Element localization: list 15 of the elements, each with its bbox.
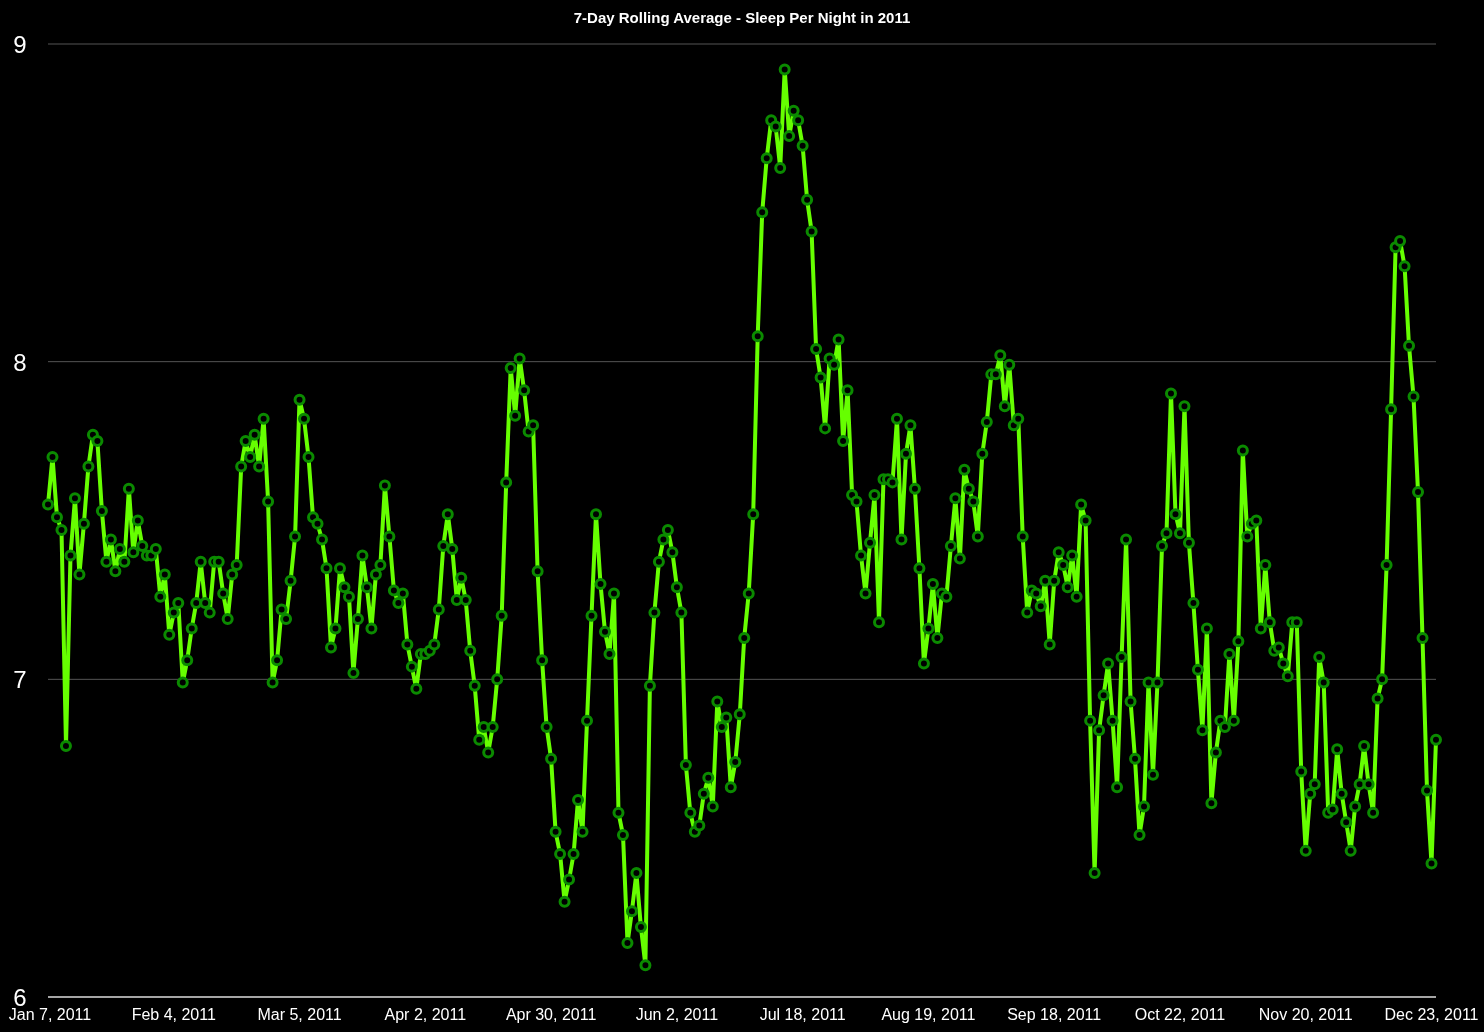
x-axis-label: Feb 4, 2011 [131, 1006, 216, 1023]
x-axis-label: Sep 18, 2011 [1007, 1006, 1102, 1023]
y-axis-label: 8 [13, 348, 27, 376]
x-axis-label: Aug 19, 2011 [881, 1006, 976, 1023]
y-axis-label: 7 [13, 666, 27, 694]
x-axis-label: Dec 23, 2011 [1384, 1006, 1479, 1023]
chart-title: 7-Day Rolling Average - Sleep Per Night in 2011 [573, 9, 911, 26]
x-axis-label: Oct 22, 2011 [1134, 1006, 1226, 1023]
x-axis-label: Nov 20, 2011 [1258, 1006, 1353, 1023]
x-axis-label: Jun 2, 2011 [635, 1006, 719, 1023]
x-axis-label: Apr 30, 2011 [505, 1006, 597, 1023]
y-axis-label: 9 [13, 31, 27, 58]
x-axis-label: Mar 5, 2011 [257, 1006, 342, 1023]
x-axis-label: Apr 2, 2011 [384, 1006, 467, 1023]
x-axis-label: Jul 18, 2011 [759, 1006, 846, 1023]
